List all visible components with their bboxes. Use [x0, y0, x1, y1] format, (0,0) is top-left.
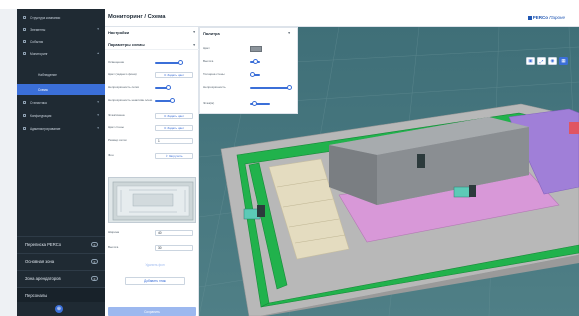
sidebar-bottom-tenant-zone[interactable]: Зона арендаторов 0 — [17, 270, 105, 285]
top-gap — [0, 0, 579, 9]
events-icon — [23, 40, 26, 43]
chevron-down-icon: ▾ — [97, 113, 99, 117]
palette-panel: Палитра ▾ Цвет Высота Толщина стены Непро… — [199, 27, 298, 114]
chevron-down-icon: ▾ — [97, 126, 99, 130]
sidebar-item-admin[interactable]: Администрирование ▾ — [17, 123, 105, 134]
grid-opacity-slider[interactable] — [155, 85, 171, 91]
sidebar-item-scheme[interactable]: Схема — [17, 84, 105, 95]
background-preview — [108, 177, 196, 223]
height-input[interactable]: 30 — [155, 245, 193, 251]
wall-thickness-slider[interactable] — [250, 72, 260, 78]
header: Мониторинг / Схема PERCo Пароне — [105, 9, 579, 27]
toggle-icon: 0 — [91, 276, 98, 281]
grid-icon[interactable]: ▦ — [559, 57, 568, 65]
chevron-down-icon: ▾ — [97, 100, 99, 104]
floor-row: Этаж/смена ⊙ Задать цвет — [108, 112, 196, 120]
toggle-icon: 0 — [91, 259, 98, 264]
height-row: Высота 30 — [108, 244, 196, 252]
sidebar-item-elements[interactable]: Элементы ▾ — [17, 24, 105, 35]
sidebar-item-monitoring[interactable]: Мониторинг ▴ — [17, 48, 105, 59]
brand-logo: PERCo Пароне — [527, 15, 565, 20]
grid-opacity-row: Непрозрачность сетки — [108, 84, 196, 92]
sidebar-item-configuration[interactable]: Конфигурация ▾ — [17, 110, 105, 121]
settings-select[interactable]: Настройки ▾ — [105, 27, 199, 37]
preview-image — [112, 181, 194, 221]
building-icon — [23, 16, 26, 19]
sidebar: Структура компании Элементы ▾ События Мон… — [17, 9, 105, 316]
chevron-down-icon: ▾ — [288, 31, 290, 35]
admin-icon — [23, 127, 26, 130]
sidebar-item-statistics[interactable]: Статистика ▾ — [17, 97, 105, 108]
expand-icon[interactable]: ⤢ — [537, 57, 546, 65]
height-slider[interactable] — [250, 59, 260, 65]
camera-icon[interactable]: ◉ — [548, 57, 557, 65]
sidebar-item-events[interactable]: События — [17, 36, 105, 47]
sidebar-bottom-main-zone[interactable]: Основная зона 0 — [17, 253, 105, 268]
sidebar-bottom-personnel[interactable]: Персоналы — [17, 287, 105, 302]
turnstile-3[interactable] — [417, 154, 425, 168]
wall-color-row: Цвет стены ⊙ Задать цвет — [108, 124, 196, 132]
sidebar-item-company[interactable]: Структура компании — [17, 12, 105, 23]
floor-color-button[interactable]: ⊙ Задать цвет — [155, 113, 193, 119]
page-title: Мониторинг / Схема — [108, 14, 166, 20]
globe-icon[interactable]: ⊕ — [55, 305, 63, 313]
settings-panel: Настройки ▾ Параметры схемы ▾ Освещение Цв… — [105, 27, 199, 316]
palette-select[interactable]: Палитра ▾ — [200, 28, 294, 38]
grid-size-input[interactable]: 1 — [155, 138, 193, 144]
bg-color-button[interactable]: ⊙ Задать цвет — [155, 72, 193, 78]
chevron-down-icon: ▾ — [97, 27, 99, 31]
color-swatch[interactable] — [250, 46, 262, 52]
palette-wall-row: Толщина стены — [203, 71, 291, 79]
palette-transp-row: Непрозрачность — [203, 84, 292, 92]
inactive-opacity-slider[interactable] — [155, 98, 175, 104]
sidebar-bottom-perco[interactable]: Переписка PERCo 0 — [17, 236, 105, 251]
gear-icon — [23, 114, 26, 117]
perco-logo-icon — [527, 15, 532, 20]
turnstile-2[interactable] — [453, 185, 476, 198]
palette-color-row: Цвет — [203, 45, 291, 53]
turnstile-4[interactable] — [569, 122, 579, 134]
chart-icon — [23, 101, 26, 104]
elements-icon — [23, 28, 26, 31]
background-row: Фон ⇪ Загрузить — [108, 152, 196, 160]
grid-size-row: Размер сетки 1 — [108, 137, 196, 145]
floor-slider[interactable] — [250, 101, 270, 107]
chevron-down-icon: ▾ — [193, 30, 195, 34]
toggle-icon: 0 — [91, 242, 98, 247]
layers-icon[interactable]: ▣ — [526, 57, 535, 65]
wall-color-button[interactable]: ⊙ Задать цвет — [155, 125, 193, 131]
save-button[interactable]: Сохранить — [108, 307, 196, 316]
upload-button[interactable]: ⇪ Загрузить — [155, 153, 193, 159]
palette-floor-row: Этаж(м) — [203, 100, 291, 108]
bg-color-row: Цвет (заднего фона) ⊙ Задать цвет — [108, 71, 196, 79]
scene-controls: ▣ ⤢ ◉ ▦ — [526, 57, 568, 65]
lighting-slider[interactable] — [155, 60, 183, 66]
scheme-params-select[interactable]: Параметры схемы ▾ — [105, 40, 199, 50]
chevron-down-icon: ▾ — [193, 42, 195, 47]
lighting-row: Освещение — [108, 59, 196, 67]
inactive-opacity-row: Непрозрачность неактивн.элем. — [108, 97, 196, 105]
monitor-icon — [23, 52, 26, 55]
add-floor-button[interactable]: Добавить этаж — [125, 277, 185, 285]
width-row: Ширина 40 — [108, 229, 196, 237]
sidebar-item-observation[interactable]: Наблюдение — [17, 69, 105, 80]
reset-background-button[interactable]: Удалить фон — [125, 261, 185, 269]
opacity-slider[interactable] — [250, 85, 292, 91]
palette-height-row: Высота — [203, 58, 291, 66]
width-input[interactable]: 40 — [155, 230, 193, 236]
chevron-up-icon: ▴ — [97, 51, 99, 55]
